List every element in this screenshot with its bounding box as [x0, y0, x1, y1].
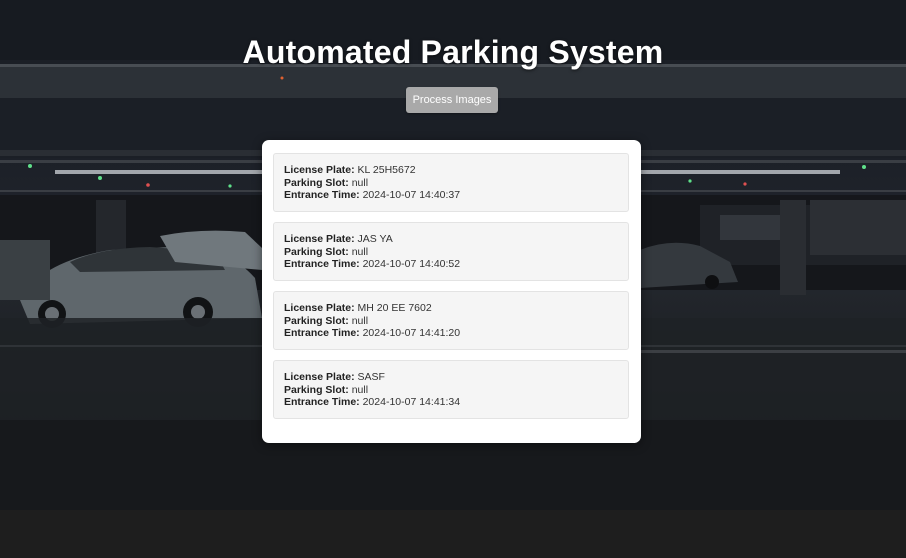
- parking-slot-value: null: [351, 314, 369, 327]
- license-plate-value: KL 25H5672: [357, 164, 416, 176]
- parking-slot-value: null: [351, 383, 369, 396]
- entrance-time-value: 2024-10-07 14:41:20: [362, 327, 461, 340]
- parking-slot-value: null: [351, 245, 369, 258]
- license-plate-row: License Plate: SASF: [284, 371, 618, 384]
- license-plate-value: SASF: [357, 371, 385, 383]
- parking-slot-value: null: [351, 176, 369, 189]
- entrance-time-label: Entrance Time:: [284, 327, 360, 340]
- entrance-time-value: 2024-10-07 14:40:52: [362, 258, 461, 271]
- parking-slot-label: Parking Slot:: [284, 245, 349, 258]
- license-plate-value: JAS YA: [357, 233, 393, 245]
- entrance-time-row: Entrance Time: 2024-10-07 14:41:20: [284, 327, 618, 340]
- parking-slot-row: Parking Slot: null: [284, 246, 618, 259]
- entrance-time-label: Entrance Time:: [284, 189, 360, 202]
- results-panel: License Plate: KL 25H5672 Parking Slot: …: [262, 140, 641, 443]
- license-plate-label: License Plate:: [284, 164, 355, 176]
- license-plate-label: License Plate:: [284, 371, 355, 383]
- entrance-time-label: Entrance Time:: [284, 396, 360, 409]
- parking-slot-label: Parking Slot:: [284, 176, 349, 189]
- entrance-time-value: 2024-10-07 14:41:34: [362, 396, 461, 409]
- license-plate-label: License Plate:: [284, 302, 355, 314]
- parking-slot-row: Parking Slot: null: [284, 384, 618, 397]
- parking-slot-label: Parking Slot:: [284, 383, 349, 396]
- license-plate-label: License Plate:: [284, 233, 355, 245]
- parking-slot-label: Parking Slot:: [284, 314, 349, 327]
- entrance-time-row: Entrance Time: 2024-10-07 14:41:34: [284, 396, 618, 409]
- vehicle-record: License Plate: SASF Parking Slot: null E…: [273, 360, 629, 419]
- page-title: Automated Parking System: [242, 34, 664, 70]
- license-plate-row: License Plate: JAS YA: [284, 233, 618, 246]
- license-plate-row: License Plate: MH 20 EE 7602: [284, 302, 618, 315]
- vehicle-record: License Plate: MH 20 EE 7602 Parking Slo…: [273, 291, 629, 350]
- entrance-time-value: 2024-10-07 14:40:37: [362, 189, 461, 202]
- license-plate-value: MH 20 EE 7602: [357, 302, 432, 314]
- parking-slot-row: Parking Slot: null: [284, 177, 618, 190]
- process-images-button[interactable]: Process Images: [406, 87, 498, 113]
- vehicle-record: License Plate: JAS YA Parking Slot: null…: [273, 222, 629, 281]
- parking-slot-row: Parking Slot: null: [284, 315, 618, 328]
- license-plate-row: License Plate: KL 25H5672: [284, 164, 618, 177]
- entrance-time-row: Entrance Time: 2024-10-07 14:40:52: [284, 258, 618, 271]
- entrance-time-row: Entrance Time: 2024-10-07 14:40:37: [284, 189, 618, 202]
- vehicle-record: License Plate: KL 25H5672 Parking Slot: …: [273, 153, 629, 212]
- page-footer-band: [0, 510, 906, 558]
- entrance-time-label: Entrance Time:: [284, 258, 360, 271]
